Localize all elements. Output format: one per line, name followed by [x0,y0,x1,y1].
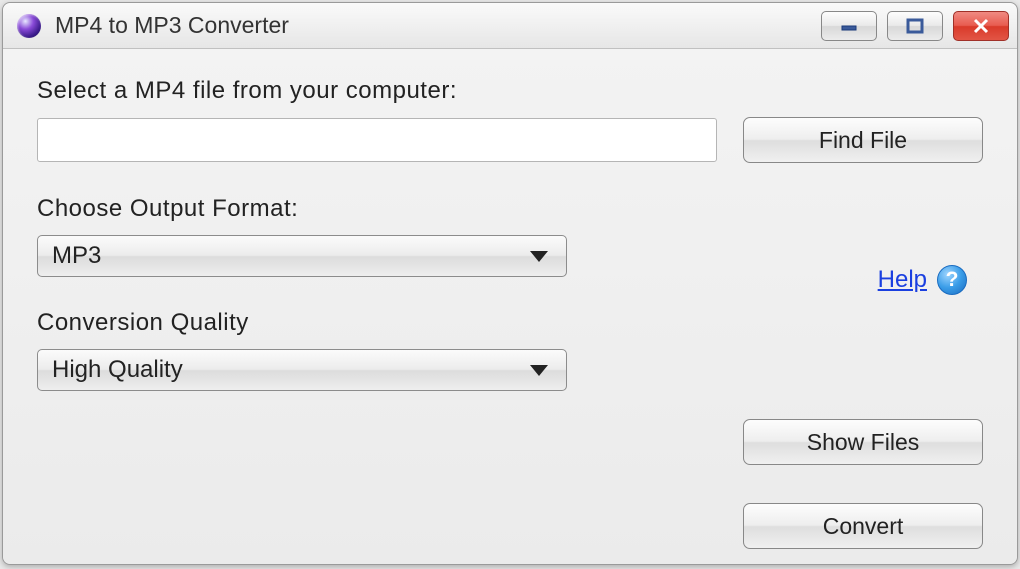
action-buttons: Show Files Convert [743,419,983,549]
find-file-label: Find File [819,127,907,154]
output-format-select[interactable]: MP3 [37,235,567,277]
window-title: MP4 to MP3 Converter [55,12,821,39]
title-bar[interactable]: MP4 to MP3 Converter [3,3,1017,49]
select-file-label: Select a MP4 file from your computer: [37,77,983,105]
minimize-button[interactable] [821,11,877,41]
show-files-button[interactable]: Show Files [743,419,983,465]
show-files-label: Show Files [807,429,919,456]
chevron-down-icon [530,365,548,376]
maximize-button[interactable] [887,11,943,41]
output-format-value: MP3 [52,242,530,270]
quality-section: Conversion Quality High Quality [37,309,983,391]
find-file-button[interactable]: Find File [743,117,983,163]
quality-value: High Quality [52,356,530,384]
help-area: Help ? [878,265,967,295]
app-window: MP4 to MP3 Converter Select a MP4 file f… [2,2,1018,565]
client-area: Select a MP4 file from your computer: Fi… [3,49,1017,564]
help-link[interactable]: Help [878,266,927,294]
close-button[interactable] [953,11,1009,41]
convert-label: Convert [823,513,904,540]
close-icon [971,16,991,36]
app-icon [17,14,41,38]
convert-button[interactable]: Convert [743,503,983,549]
window-controls [821,11,1009,41]
help-icon[interactable]: ? [937,265,967,295]
output-format-label: Choose Output Format: [37,195,983,223]
output-format-section: Choose Output Format: MP3 [37,195,983,277]
file-row: Find File [37,117,983,163]
file-path-input[interactable] [37,118,717,162]
minimize-icon [839,16,859,36]
chevron-down-icon [530,251,548,262]
quality-label: Conversion Quality [37,309,983,337]
maximize-icon [905,16,925,36]
quality-select[interactable]: High Quality [37,349,567,391]
